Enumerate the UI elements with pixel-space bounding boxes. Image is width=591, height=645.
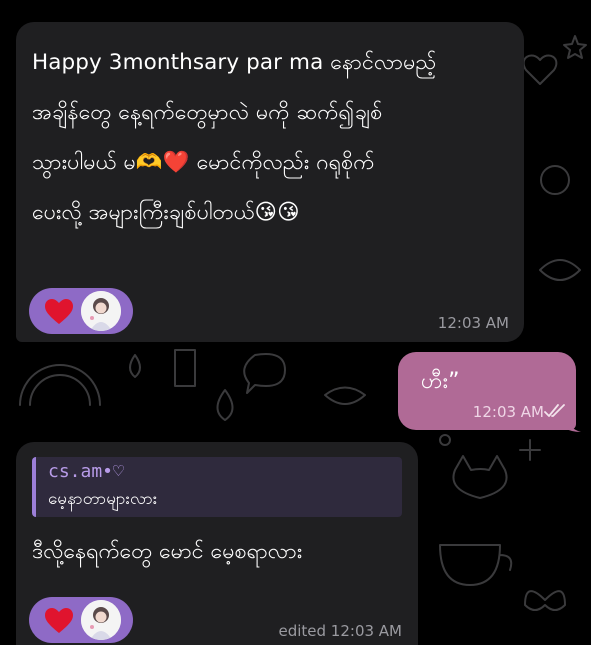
circle-doodle	[540, 165, 570, 195]
message-time: edited 12:03 AM	[278, 622, 402, 640]
sparkle-doodle	[519, 439, 541, 461]
reply-author: cs.am•♡	[48, 461, 124, 482]
message-bubble-outgoing[interactable]: ဟီး” 12:03 AM	[398, 352, 576, 430]
star-doodle	[563, 35, 587, 59]
bubble-tail	[565, 414, 581, 432]
message-text: ဒီလို့နေရက်တွေ မောင် မေ့စရာလား	[32, 539, 303, 564]
butterfly-doodle	[524, 590, 566, 611]
cup-doodle	[439, 544, 513, 586]
leaf-doodle	[539, 259, 581, 281]
message-text: ဟီး”	[421, 369, 460, 394]
flame-doodle	[216, 389, 234, 421]
message-bubble-incoming[interactable]: cs.am•♡ မေ့နာတာများလား ဒီလို့နေရက်တွေ မေ…	[16, 442, 418, 645]
reply-text: မေ့နာတာများလား	[48, 489, 158, 509]
reaction-pill[interactable]	[29, 288, 133, 334]
reaction-pill[interactable]	[29, 597, 133, 643]
avatar	[81, 291, 121, 331]
avatar-image	[81, 600, 121, 640]
message-text: Happy 3monthsary par ma နောင်လာမည့် အချိ…	[32, 50, 437, 225]
heart-icon	[45, 299, 73, 324]
heart-doodle	[522, 54, 558, 85]
reply-quote[interactable]: cs.am•♡ မေ့နာတာများလား	[32, 457, 402, 517]
heart-icon	[45, 608, 73, 633]
avatar	[81, 600, 121, 640]
avatar-image	[81, 291, 121, 331]
message-time: 12:03 AM	[472, 403, 544, 421]
bubble-doodle	[243, 353, 286, 394]
cat-doodle	[452, 455, 508, 499]
lips-doodle	[324, 386, 366, 405]
rainbow-doodle	[19, 364, 101, 406]
dot-doodle	[439, 434, 451, 446]
message-bubble-incoming[interactable]: Happy 3monthsary par ma နောင်လာမည့် အချိ…	[16, 22, 524, 342]
phone-doodle	[174, 349, 196, 387]
message-time: 12:03 AM	[437, 314, 509, 332]
double-check-icon	[544, 404, 565, 417]
drop-doodle	[129, 354, 141, 378]
